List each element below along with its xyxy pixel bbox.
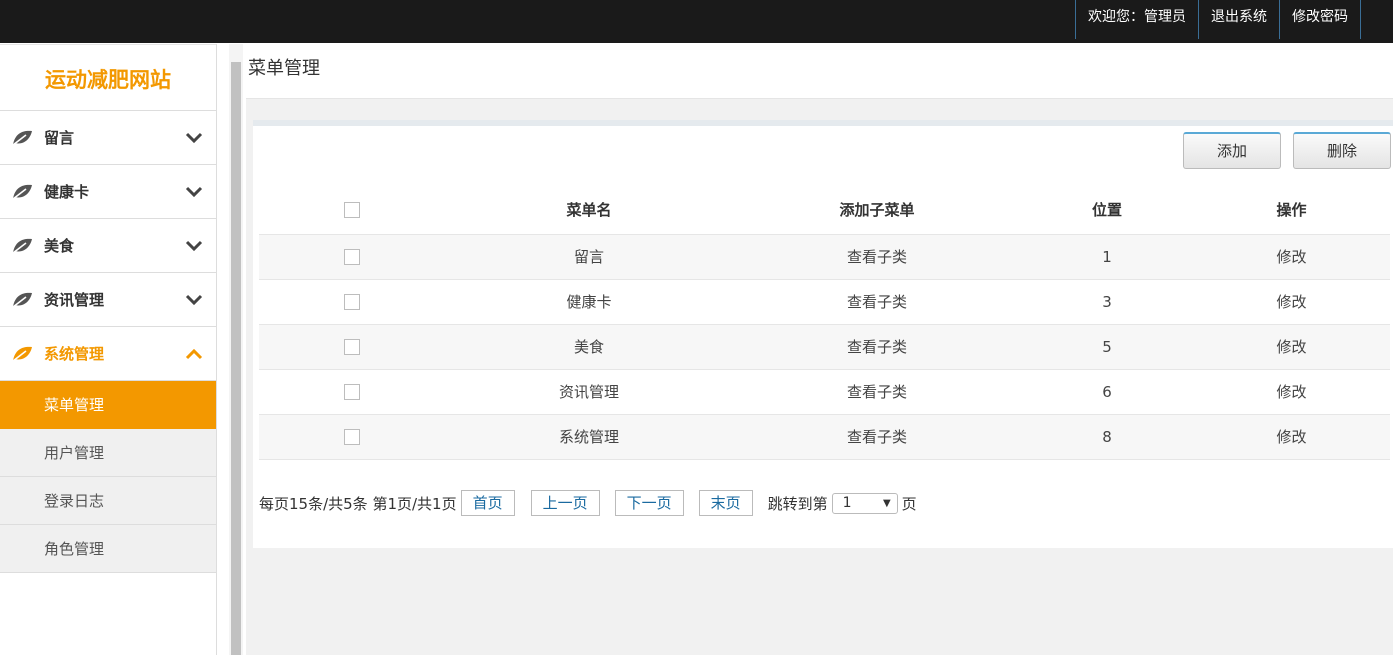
toolbar-band — [246, 98, 1393, 120]
position-cell: 1 — [1021, 233, 1193, 279]
row-checkbox-cell — [259, 278, 445, 324]
submenu-item-login-log[interactable]: 登录日志 — [0, 477, 216, 525]
jump-label: 跳转到第 — [767, 494, 828, 513]
table-row: 留言 查看子类 1 修改 — [259, 233, 1390, 279]
chevron-up-icon — [185, 348, 203, 360]
menu-table: 菜单名 添加子菜单 位置 操作 留言 查看子类 1 修改 健康卡 查看子类 3 … — [259, 185, 1390, 460]
page-jump-value: 1 — [842, 494, 852, 511]
sidebar-item-health-card[interactable]: 健康卡 — [0, 165, 216, 219]
last-page-button[interactable]: 末页 — [698, 490, 753, 516]
select-all-cell — [259, 185, 445, 234]
menu-name-cell: 资讯管理 — [445, 368, 733, 414]
sidebar-item-label: 健康卡 — [44, 183, 90, 201]
column-header-action: 操作 — [1276, 200, 1307, 219]
leaf-icon — [12, 130, 32, 146]
sidebar-item-liuyan[interactable]: 留言 — [0, 111, 216, 165]
chevron-down-icon — [185, 132, 203, 144]
select-all-checkbox[interactable] — [344, 201, 360, 218]
caret-down-icon: ▼ — [882, 497, 891, 509]
position-cell: 8 — [1021, 413, 1193, 460]
column-header-name: 菜单名 — [566, 200, 612, 219]
row-checkbox[interactable] — [344, 384, 360, 400]
menu-panel: 添加 删除 菜单名 添加子菜单 位置 操作 留言 查看子类 1 修改 健康卡 查… — [253, 120, 1393, 548]
menu-name-cell: 留言 — [445, 233, 733, 279]
sidebar-item-news[interactable]: 资讯管理 — [0, 273, 216, 327]
site-logo: 运动减肥网站 — [0, 44, 216, 111]
page-title: 菜单管理 — [246, 44, 1393, 98]
main-content: 菜单管理 添加 删除 菜单名 添加子菜单 位置 操作 留言 查看子类 1 修改 … — [246, 44, 1393, 655]
jump-suffix: 页 — [901, 494, 917, 513]
view-subcategory-link[interactable]: 查看子类 — [733, 368, 1021, 414]
position-cell: 5 — [1021, 323, 1193, 369]
position-cell: 3 — [1021, 278, 1193, 324]
column-header-position: 位置 — [1091, 200, 1122, 219]
row-checkbox[interactable] — [344, 339, 360, 355]
table-row: 系统管理 查看子类 8 修改 — [259, 413, 1390, 460]
leaf-icon — [12, 238, 32, 254]
leaf-icon — [12, 292, 32, 308]
leaf-icon — [12, 184, 32, 200]
pagination-summary: 每页15条/共5条 第1页/共1页 — [259, 494, 457, 513]
edit-link[interactable]: 修改 — [1193, 413, 1390, 460]
pagination: 每页15条/共5条 第1页/共1页 首页 上一页 下一页 末页 跳转到第 1 ▼ … — [259, 488, 917, 518]
sidebar-item-food[interactable]: 美食 — [0, 219, 216, 273]
add-button[interactable]: 添加 — [1183, 132, 1281, 169]
chevron-down-icon — [185, 240, 203, 252]
sidebar-item-system[interactable]: 系统管理 — [0, 327, 216, 381]
table-row: 健康卡 查看子类 3 修改 — [259, 278, 1390, 324]
view-subcategory-link[interactable]: 查看子类 — [733, 323, 1021, 369]
change-password-link[interactable]: 修改密码 — [1279, 0, 1361, 39]
row-checkbox[interactable] — [344, 294, 360, 310]
content-scrollbar[interactable] — [229, 44, 243, 655]
menu-name-cell: 健康卡 — [445, 278, 733, 324]
edit-link[interactable]: 修改 — [1193, 233, 1390, 279]
table-header-row: 菜单名 添加子菜单 位置 操作 — [259, 185, 1390, 234]
delete-button[interactable]: 删除 — [1293, 132, 1391, 169]
sidebar-item-label: 系统管理 — [44, 345, 105, 363]
chevron-down-icon — [185, 186, 203, 198]
chevron-down-icon — [185, 294, 203, 306]
submenu-item-role-manage[interactable]: 角色管理 — [0, 525, 216, 573]
edit-link[interactable]: 修改 — [1193, 278, 1390, 324]
page-jump-select[interactable]: 1 ▼ — [831, 492, 898, 514]
menu-name-cell: 系统管理 — [445, 413, 733, 460]
row-checkbox[interactable] — [344, 429, 360, 445]
sidebar-item-label: 美食 — [44, 237, 75, 255]
table-row: 美食 查看子类 5 修改 — [259, 323, 1390, 369]
sidebar: 运动减肥网站 留言 健康卡 美食 资讯管理 系统管理 菜单管理 用户管理 登录日… — [0, 44, 217, 655]
top-bar: 欢迎您：管理员 退出系统 修改密码 — [0, 0, 1393, 43]
row-checkbox[interactable] — [344, 249, 360, 265]
edit-link[interactable]: 修改 — [1193, 323, 1390, 369]
column-header-add-sub: 添加子菜单 — [839, 200, 915, 219]
menu-name-cell: 美食 — [445, 323, 733, 369]
welcome-user-link[interactable]: 欢迎您：管理员 — [1075, 0, 1198, 39]
row-checkbox-cell — [259, 413, 445, 460]
sidebar-item-label: 留言 — [44, 129, 75, 147]
position-cell: 6 — [1021, 368, 1193, 414]
scrollbar-thumb[interactable] — [231, 62, 241, 655]
prev-page-button[interactable]: 上一页 — [530, 490, 600, 516]
view-subcategory-link[interactable]: 查看子类 — [733, 233, 1021, 279]
row-checkbox-cell — [259, 233, 445, 279]
leaf-icon — [12, 346, 32, 362]
first-page-button[interactable]: 首页 — [460, 490, 515, 516]
table-row: 资讯管理 查看子类 6 修改 — [259, 368, 1390, 414]
row-checkbox-cell — [259, 368, 445, 414]
logout-link[interactable]: 退出系统 — [1198, 0, 1279, 39]
view-subcategory-link[interactable]: 查看子类 — [733, 278, 1021, 324]
row-checkbox-cell — [259, 323, 445, 369]
submenu-item-menu-manage[interactable]: 菜单管理 — [0, 381, 216, 429]
next-page-button[interactable]: 下一页 — [614, 490, 684, 516]
edit-link[interactable]: 修改 — [1193, 368, 1390, 414]
top-nav: 欢迎您：管理员 退出系统 修改密码 — [1075, 0, 1361, 39]
sidebar-item-label: 资讯管理 — [44, 291, 105, 309]
submenu-item-user-manage[interactable]: 用户管理 — [0, 429, 216, 477]
view-subcategory-link[interactable]: 查看子类 — [733, 413, 1021, 460]
